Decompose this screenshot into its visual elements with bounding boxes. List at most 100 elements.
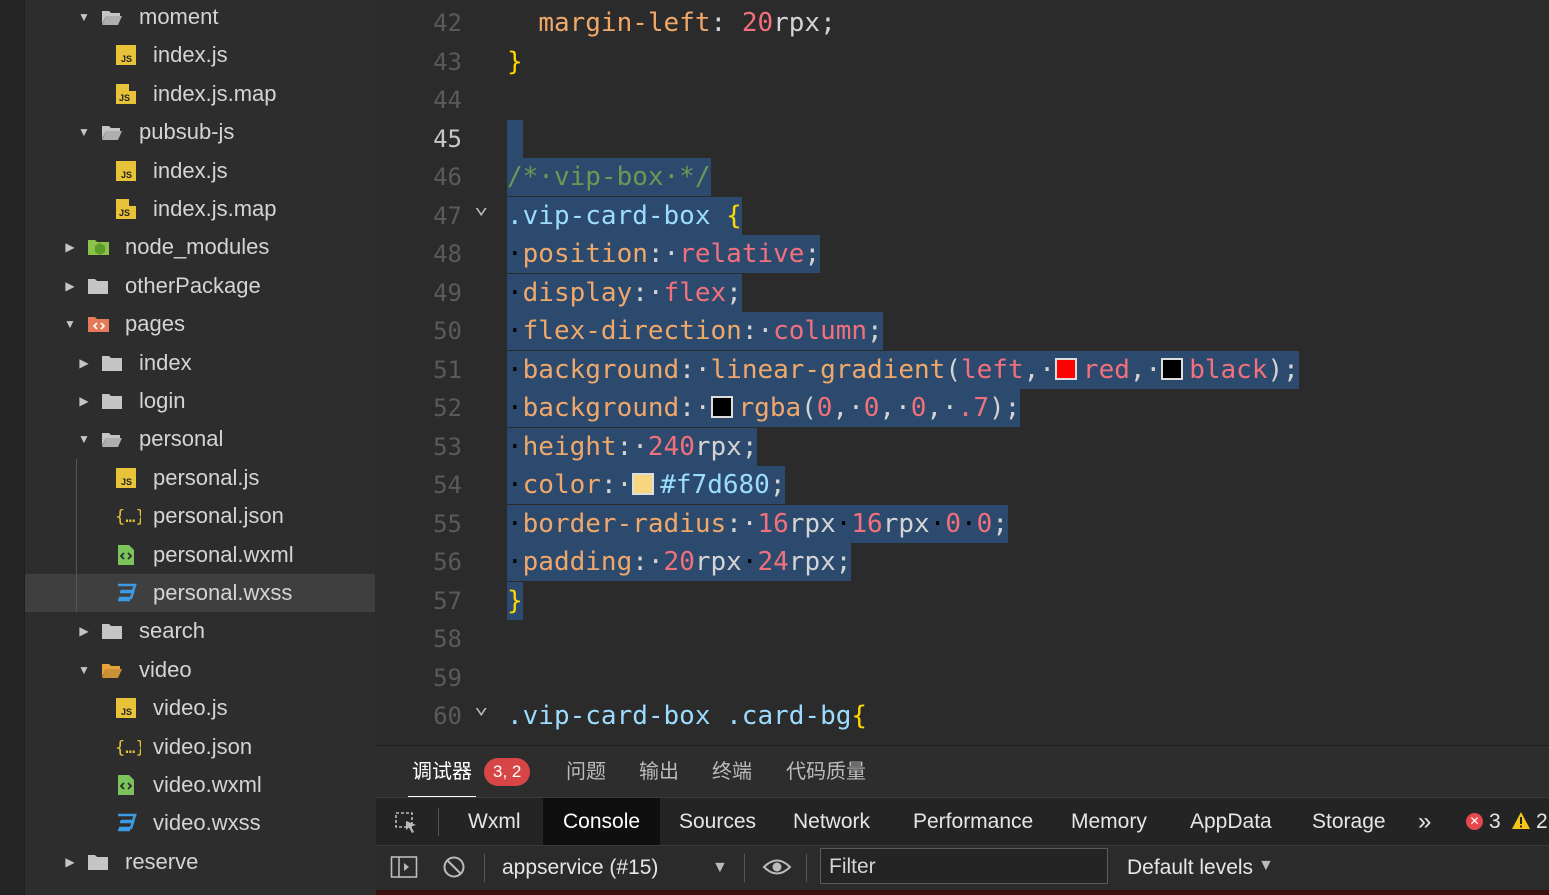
tab-code-quality[interactable]: 代码质量	[786, 746, 866, 798]
toggle-sidebar-icon[interactable]	[390, 855, 418, 884]
log-levels-dropdown[interactable]: Default levels	[1127, 846, 1253, 890]
color-swatch-icon[interactable]	[632, 473, 655, 495]
code-line[interactable]: 59	[376, 659, 1549, 697]
tab-output[interactable]: 输出	[639, 746, 679, 798]
tree-item[interactable]: ▼ moment	[25, 0, 375, 36]
code-line[interactable]: 47 ⌄ .vip-card-box {	[376, 191, 1549, 235]
error-count[interactable]: 3	[1489, 798, 1501, 846]
tree-item[interactable]: ▶ reserve	[25, 843, 375, 881]
chevron-down-icon[interactable]: ▼	[1258, 846, 1274, 886]
chevron-down-icon[interactable]: ▼	[712, 846, 728, 890]
context-selector[interactable]: appservice (#15)	[502, 846, 658, 890]
tab-terminal[interactable]: 终端	[712, 746, 752, 798]
devtools-tab-memory[interactable]: Memory	[1071, 798, 1147, 846]
tree-item[interactable]: ▶ search	[25, 612, 375, 650]
code-text: }	[507, 43, 523, 81]
tree-item[interactable]: {…} personal.json	[25, 497, 375, 535]
tree-item[interactable]: JS personal.js	[25, 459, 375, 497]
chevron-down-icon[interactable]: ▼	[77, 663, 91, 677]
devtools-tab-sources[interactable]: Sources	[679, 798, 756, 846]
chevron-right-icon[interactable]: ▶	[63, 279, 77, 293]
color-swatch-icon[interactable]	[710, 396, 733, 418]
tree-item[interactable]: ▶ index	[25, 344, 375, 382]
tree-item[interactable]: JS index.js	[25, 36, 375, 74]
tree-item[interactable]: {…} video.json	[25, 728, 375, 766]
code-line[interactable]: 46 /*·vip-box·*/	[376, 158, 1549, 196]
tree-item[interactable]: ▶ login	[25, 382, 375, 420]
chevron-right-icon[interactable]: ▶	[63, 240, 77, 254]
warning-icon[interactable]	[1511, 811, 1531, 835]
tree-item[interactable]: personal.wxml	[25, 536, 375, 574]
tree-item[interactable]: ▼ personal	[25, 420, 375, 458]
devtools-tab-storage[interactable]: Storage	[1312, 798, 1386, 846]
chevron-right-icon[interactable]: ▶	[77, 394, 91, 408]
tab-debugger[interactable]: 调试器	[408, 746, 476, 798]
code-line[interactable]: 58	[376, 620, 1549, 658]
tab-problems[interactable]: 问题	[566, 746, 606, 798]
console-filter-input[interactable]: Filter	[820, 848, 1108, 884]
chevron-right-icon[interactable]: ▶	[77, 624, 91, 638]
more-tabs-chevron-icon[interactable]: »	[1418, 798, 1431, 846]
inspect-element-icon[interactable]	[394, 810, 420, 836]
devtools-tab-console[interactable]: Console	[543, 798, 661, 846]
tree-item[interactable]: JS index.js	[25, 152, 375, 190]
code-line[interactable]: 42 margin-left: 20rpx;	[376, 4, 1549, 42]
code-line[interactable]: 54 ·color:· #f7d680;	[376, 466, 1549, 504]
line-number: 59	[433, 663, 462, 692]
devtools-tab-appdata[interactable]: AppData	[1190, 798, 1272, 846]
svg-text:JS: JS	[121, 477, 132, 487]
code-token: .card-bg	[726, 701, 852, 731]
eye-icon[interactable]	[762, 856, 792, 883]
line-number: 42	[433, 9, 462, 37]
code-text: .vip-card-box .card-bg{	[507, 697, 867, 735]
tree-item[interactable]: ▼ pubsub-js	[25, 113, 375, 151]
line-number: 54	[433, 471, 462, 499]
devtools-tab-wxml[interactable]: Wxml	[468, 798, 520, 846]
chevron-down-icon[interactable]: ▼	[63, 317, 77, 331]
code-line[interactable]: 55 ·border-radius:·16rpx·16rpx·0·0;	[376, 504, 1549, 543]
warning-count[interactable]: 2	[1536, 798, 1548, 846]
line-number: 51	[433, 355, 462, 384]
code-line[interactable]: 53 ·height:·240rpx;	[376, 427, 1549, 466]
fold-chevron-icon[interactable]: ⌄	[474, 691, 488, 719]
code-line[interactable]: 50 ·flex-direction:·column;	[376, 312, 1549, 350]
tree-item[interactable]: video.wxml	[25, 766, 375, 804]
code-line[interactable]: 57}	[376, 581, 1549, 620]
code-token: red	[1082, 354, 1130, 385]
tree-item[interactable]: ▶ node_modules	[25, 228, 375, 266]
code-line[interactable]: 56 ·padding:·20rpx·24rpx;	[376, 543, 1549, 581]
code-line[interactable]: 45	[376, 119, 1549, 158]
color-swatch-icon[interactable]	[1161, 357, 1184, 380]
tree-item[interactable]: JS index.js.map	[25, 190, 375, 228]
code-line[interactable]: 48 ·position:·relative;	[376, 235, 1549, 273]
chevron-right-icon[interactable]: ▶	[77, 356, 91, 370]
code-token: ;	[726, 277, 742, 308]
tree-item[interactable]: ▼ video	[25, 651, 375, 689]
code-editor[interactable]: 42 margin-left: 20rpx; 43} 44 45 46/*·vip-b…	[376, 0, 1549, 745]
code-token: );	[989, 393, 1021, 423]
code-line[interactable]: 43}	[376, 43, 1549, 81]
tree-item[interactable]: ▼ pages	[25, 305, 375, 343]
devtools-tab-network[interactable]: Network	[793, 798, 870, 846]
code-line[interactable]: 52 ·background:· rgba(0,·0,·0,·.7);	[376, 389, 1549, 427]
fold-chevron-icon[interactable]: ⌄	[474, 191, 488, 219]
code-token: ·	[961, 508, 977, 539]
chevron-down-icon[interactable]: ▼	[77, 125, 91, 139]
chevron-down-icon[interactable]: ▼	[77, 432, 91, 446]
code-line[interactable]: 60 ⌄ .vip-card-box .card-bg{	[376, 691, 1549, 735]
tree-item[interactable]: JS index.js.map	[25, 75, 375, 113]
code-token: rpx	[773, 8, 821, 38]
clear-console-icon[interactable]	[442, 855, 466, 884]
chevron-right-icon[interactable]: ▶	[63, 855, 77, 869]
tree-item[interactable]: personal.wxss	[25, 574, 375, 612]
code-line[interactable]: 49 ·display:·flex;	[376, 273, 1549, 312]
error-icon[interactable]: ✕	[1466, 813, 1483, 830]
chevron-down-icon[interactable]: ▼	[77, 10, 91, 24]
tree-item[interactable]: video.wxss	[25, 804, 375, 842]
tree-item[interactable]: ▶ otherPackage	[25, 267, 375, 305]
tree-item[interactable]: JS video.js	[25, 689, 375, 727]
code-line[interactable]: 51 ·background:·linear-gradient(left,· red…	[376, 350, 1549, 389]
color-swatch-icon[interactable]	[1054, 357, 1077, 380]
devtools-tab-performance[interactable]: Performance	[913, 798, 1033, 846]
code-line[interactable]: 44	[376, 81, 1549, 119]
